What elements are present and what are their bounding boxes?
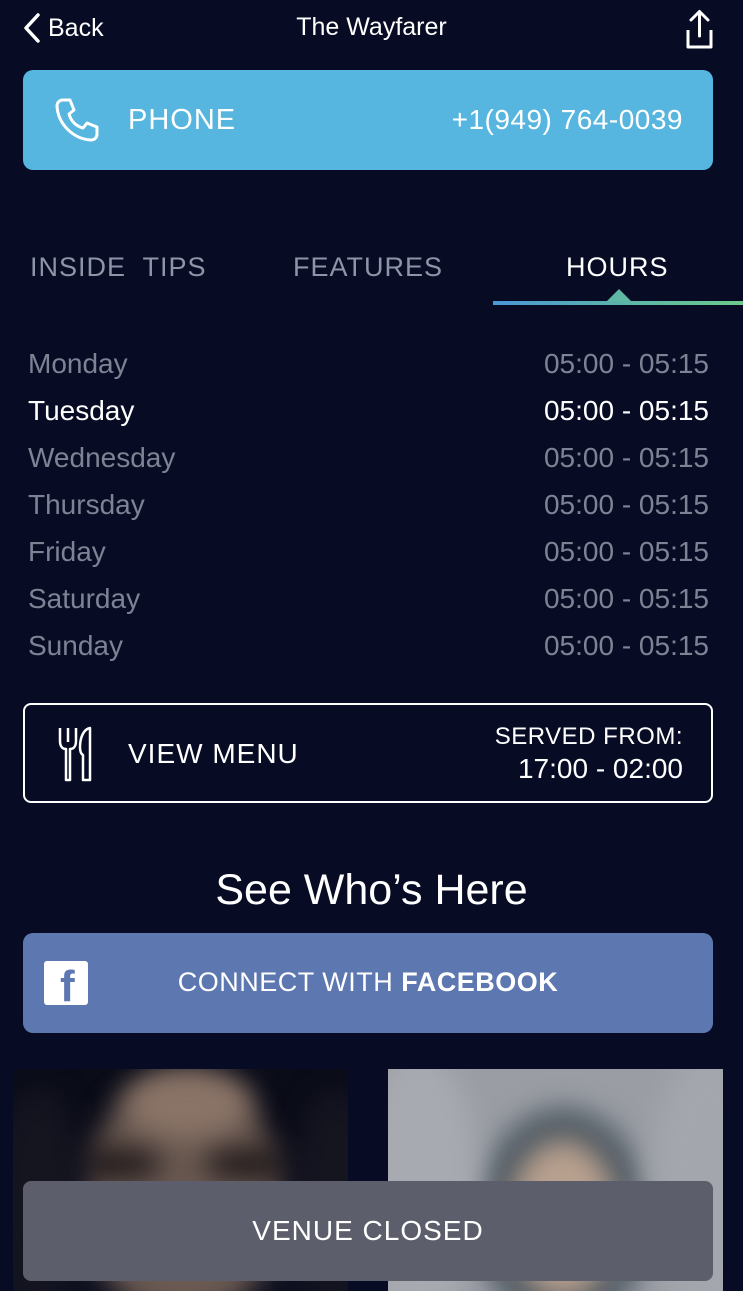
tab-features[interactable]: FEATURES: [293, 252, 443, 283]
time-range: 05:00 - 05:15: [543, 582, 709, 614]
connect-prefix: CONNECT WITH: [177, 967, 402, 997]
time-range: 05:00 - 05:15: [543, 347, 709, 379]
tab-hours[interactable]: HOURS: [566, 252, 669, 283]
phone-label: PHONE: [128, 104, 237, 136]
day-label: Tuesday: [28, 394, 135, 426]
phone-call-button[interactable]: PHONE +1(949) 764-0039: [23, 70, 713, 170]
time-range: 05:00 - 05:15: [543, 394, 709, 426]
time-range: 05:00 - 05:15: [543, 629, 709, 661]
venue-tabs: INSIDE TIPS FEATURES HOURS: [0, 240, 743, 310]
share-icon: [686, 10, 713, 49]
phone-number: +1(949) 764-0039: [451, 104, 683, 135]
section-title: See Who’s Here: [215, 866, 528, 914]
served-time: 17:00 - 02:00: [517, 753, 683, 784]
time-range: 05:00 - 05:15: [543, 488, 709, 520]
hours-row-saturday: Saturday 05:00 - 05:15: [28, 575, 709, 622]
time-range: 05:00 - 05:15: [543, 441, 709, 473]
connect-brand: FACEBOOK: [401, 967, 559, 997]
active-tab-underline: [493, 301, 743, 305]
day-label: Monday: [28, 347, 128, 379]
fork-knife-icon: [58, 726, 92, 782]
day-label: Sunday: [28, 629, 123, 661]
day-label: Thursday: [28, 488, 145, 520]
navigation-bar: Back The Wayfarer: [0, 0, 743, 58]
opening-hours-list: Monday 05:00 - 05:15 Tuesday 05:00 - 05:…: [28, 340, 709, 669]
connect-facebook-label: CONNECT WITH FACEBOOK: [23, 967, 713, 998]
hours-row-thursday: Thursday 05:00 - 05:15: [28, 481, 709, 528]
day-label: Friday: [28, 535, 106, 567]
hours-row-wednesday: Wednesday 05:00 - 05:15: [28, 434, 709, 481]
page-title: The Wayfarer: [296, 13, 447, 41]
hours-row-friday: Friday 05:00 - 05:15: [28, 528, 709, 575]
day-label: Wednesday: [28, 441, 176, 473]
hours-row-monday: Monday 05:00 - 05:15: [28, 340, 709, 387]
hours-row-tuesday: Tuesday 05:00 - 05:15: [28, 387, 709, 434]
share-button[interactable]: [677, 8, 715, 50]
served-from-label: SERVED FROM:: [494, 723, 683, 750]
hours-row-sunday: Sunday 05:00 - 05:15: [28, 622, 709, 669]
phone-icon: [55, 98, 99, 142]
view-menu-label: VIEW MENU: [128, 738, 299, 769]
view-menu-button[interactable]: VIEW MENU SERVED FROM: 17:00 - 02:00: [23, 703, 713, 803]
venue-status-button[interactable]: VENUE CLOSED: [23, 1181, 713, 1281]
connect-facebook-button[interactable]: f CONNECT WITH FACEBOOK: [23, 933, 713, 1033]
day-label: Saturday: [28, 582, 141, 614]
time-range: 05:00 - 05:15: [543, 535, 709, 567]
tab-inside-tips[interactable]: INSIDE TIPS: [30, 252, 207, 283]
